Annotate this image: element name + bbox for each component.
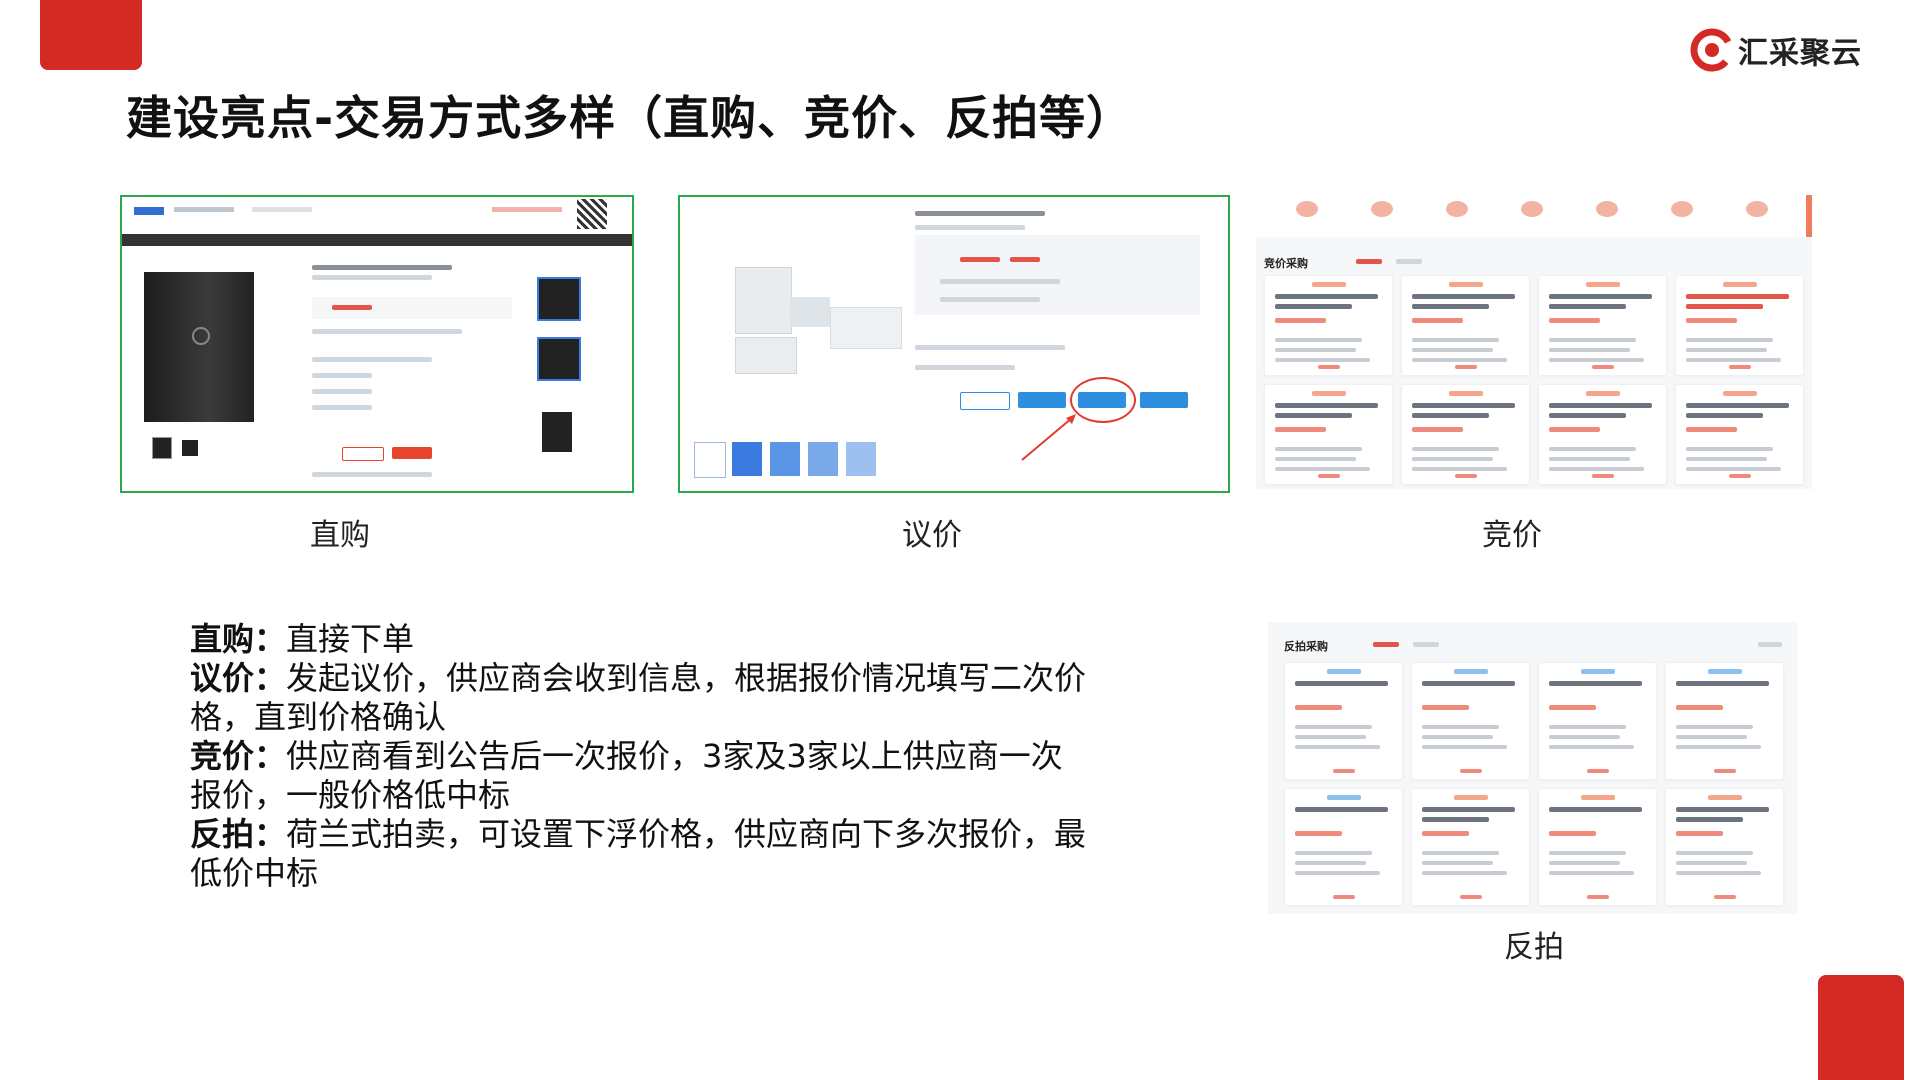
- caption-bidding: 竞价: [1482, 518, 1542, 553]
- reverse-card: [1665, 788, 1784, 906]
- logo-c-icon: [1690, 28, 1734, 72]
- bidding-card: [1264, 384, 1393, 485]
- description-item: 反拍：荷兰式拍卖，可设置下浮价格，供应商向下多次报价，最低价中标: [190, 815, 1087, 892]
- description-item: 直购：直接下单: [190, 620, 415, 658]
- bidding-screenshot: 竞价采购: [1256, 195, 1812, 489]
- reverse-auction-screenshot: 反拍采购: [1268, 622, 1798, 914]
- description-list: 直购：直接下单 议价：发起议价，供应商会收到信息，根据报价情况填写二次价格，直到…: [190, 620, 1090, 893]
- caption-direct: 直购: [310, 518, 370, 553]
- slide-title: 建设亮点-交易方式多样（直购、竞价、反拍等）: [126, 91, 1134, 145]
- reverse-header: 反拍采购: [1284, 640, 1328, 653]
- negotiation-screenshot: [678, 195, 1230, 493]
- corner-decoration-top-left: [40, 0, 142, 70]
- reverse-card: [1284, 662, 1403, 780]
- bidding-card: [1401, 384, 1530, 485]
- arrow-icon: [1021, 414, 1076, 461]
- bidding-card: [1675, 384, 1804, 485]
- description-item: 竞价：供应商看到公告后一次报价，3家及3家以上供应商一次报价，一般价格低中标: [190, 737, 1063, 814]
- reverse-card: [1411, 662, 1530, 780]
- bidding-card: [1675, 275, 1804, 376]
- corner-decoration-bottom-right: [1818, 975, 1904, 1080]
- reverse-card: [1665, 662, 1784, 780]
- logo-text: 汇采聚云: [1738, 36, 1862, 71]
- direct-purchase-screenshot: [120, 195, 634, 493]
- bidding-card: [1538, 384, 1667, 485]
- caption-reverse: 反拍: [1504, 930, 1564, 965]
- brand-logo: 汇采聚云: [1690, 26, 1862, 74]
- reverse-card: [1538, 662, 1657, 780]
- reverse-card: [1538, 788, 1657, 906]
- bidding-header: 竞价采购: [1264, 257, 1308, 270]
- bidding-card: [1264, 275, 1393, 376]
- bidding-card: [1538, 275, 1667, 376]
- bidding-card: [1401, 275, 1530, 376]
- reverse-card: [1411, 788, 1530, 906]
- caption-negotiate: 议价: [902, 518, 962, 553]
- description-item: 议价：发起议价，供应商会收到信息，根据报价情况填写二次价格，直到价格确认: [190, 659, 1087, 736]
- reverse-card: [1284, 788, 1403, 906]
